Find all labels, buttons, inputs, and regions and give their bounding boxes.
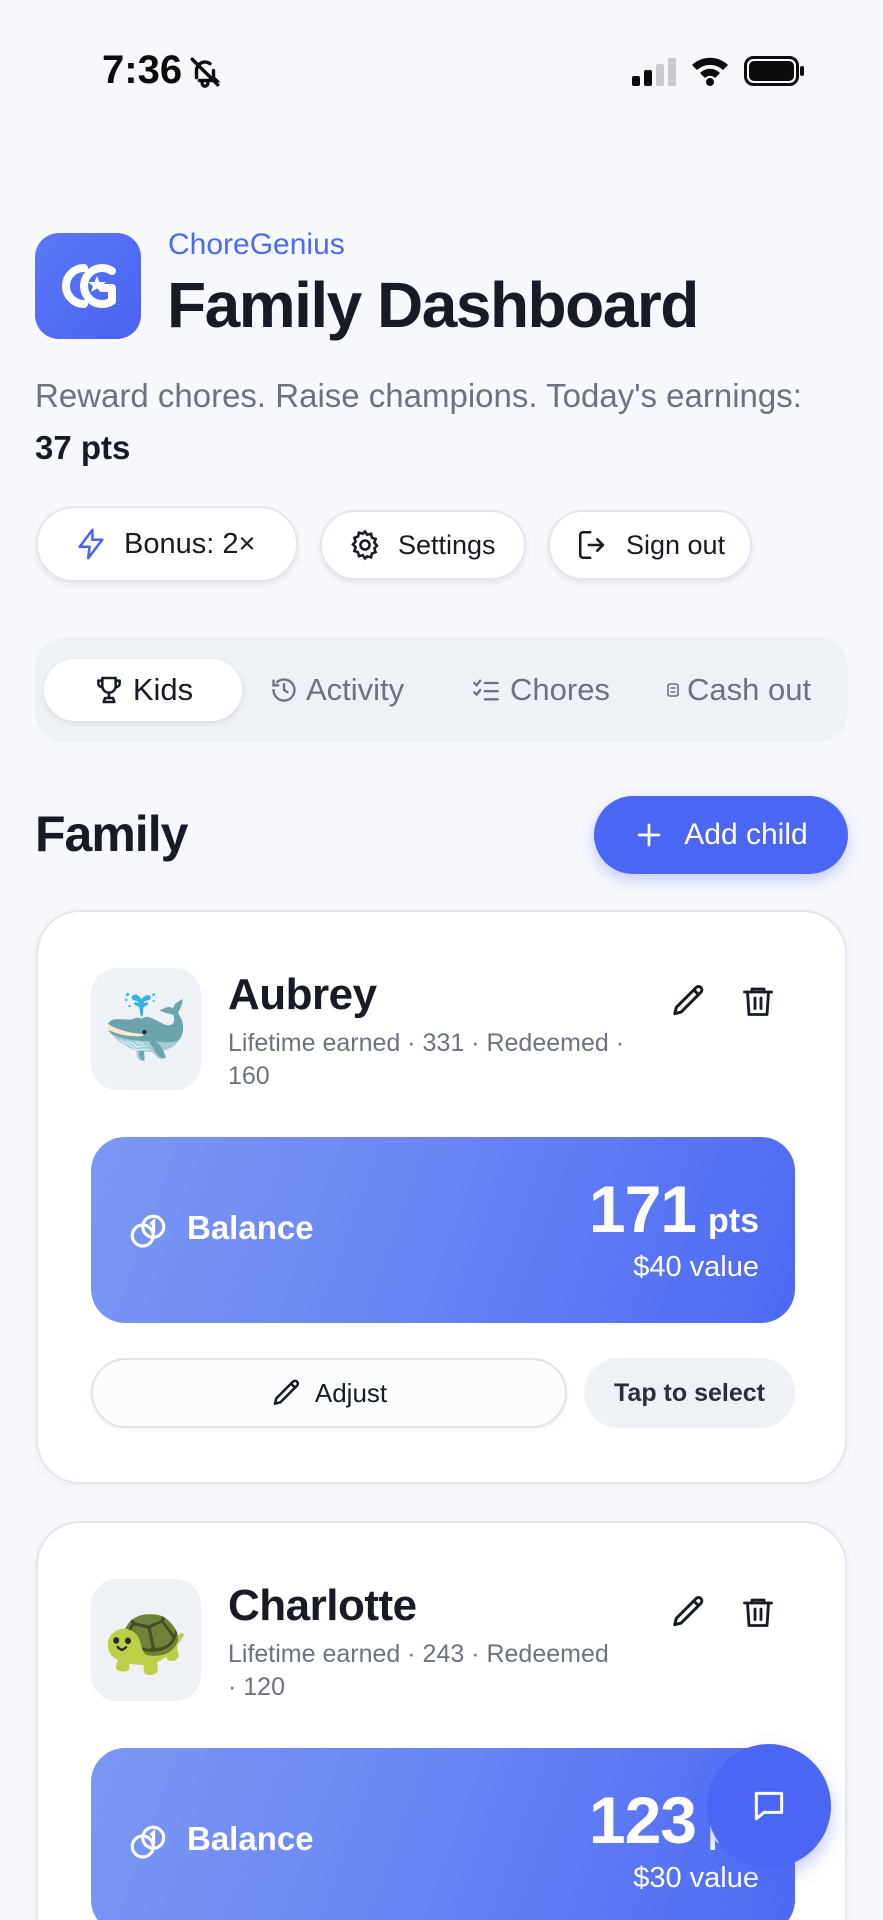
- child-stats: Lifetime earned · 331 · Redeemed · 160: [228, 1027, 648, 1093]
- tab-activity[interactable]: Activity: [270, 659, 404, 721]
- wifi-icon: [692, 57, 728, 86]
- sign-out-label: Sign out: [626, 529, 726, 560]
- cellular-signal-icon: [632, 58, 676, 86]
- app-logo: [35, 233, 141, 339]
- tab-kids[interactable]: Kids: [44, 659, 242, 721]
- lightning-icon: [78, 528, 104, 560]
- coins-icon: [130, 1214, 166, 1248]
- tap-to-select-button[interactable]: Tap to select: [584, 1358, 795, 1428]
- sign-out-button[interactable]: Sign out: [548, 510, 752, 580]
- adjust-button[interactable]: Adjust: [91, 1358, 567, 1428]
- child-stats: Lifetime earned · 243 · Redeemed · 120: [228, 1638, 648, 1704]
- balance-label: Balance: [187, 1209, 314, 1246]
- tab-bar: Kids Activity Chores Cash out: [35, 637, 848, 742]
- trophy-icon: [96, 676, 121, 704]
- logo-icon: [62, 264, 116, 308]
- family-section-title: Family: [35, 806, 188, 862]
- child-avatar: 🐢: [91, 1579, 201, 1701]
- add-child-button[interactable]: Add child: [594, 796, 848, 874]
- balance-points-value: 171: [588, 1172, 697, 1246]
- battery-icon: [744, 56, 804, 86]
- chat-fab-button[interactable]: [707, 1744, 831, 1868]
- bell-off-icon: [190, 57, 221, 88]
- bonus-label: Bonus: 2×: [124, 527, 256, 560]
- child-stats-line: 160: [228, 1062, 270, 1090]
- add-child-label: Add child: [684, 818, 808, 851]
- balance-points-value: 123: [588, 1783, 697, 1857]
- child-stats-line: · 120: [228, 1673, 285, 1701]
- trash-icon[interactable]: [740, 1593, 776, 1631]
- page-subtitle: Reward chores. Raise champions. Today's …: [35, 370, 855, 474]
- tab-chores-label: Chores: [510, 672, 610, 707]
- balance-cash-value: $30 value: [633, 1862, 759, 1894]
- status-time: 7:36: [102, 48, 183, 92]
- status-bar: 7:36: [0, 0, 883, 140]
- child-avatar: 🐳: [91, 968, 201, 1090]
- checklist-icon: [473, 679, 499, 701]
- tab-cash-out[interactable]: Cash out: [667, 659, 811, 721]
- edit-pencil-icon[interactable]: [670, 982, 708, 1020]
- tab-cash-out-label: Cash out: [687, 672, 812, 707]
- adjust-label: Adjust: [314, 1377, 388, 1408]
- sign-out-icon: [578, 530, 605, 560]
- edit-pencil-icon[interactable]: [670, 1593, 708, 1631]
- child-card: 🐳 Aubrey Lifetime earned · 331 · Redeeme…: [36, 910, 847, 1484]
- subtitle-text: Reward chores. Raise champions. Today's …: [35, 377, 802, 414]
- balance-label: Balance: [187, 1820, 314, 1857]
- balance-panel: Balance 171 pts $40 value: [91, 1137, 795, 1323]
- tab-chores[interactable]: Chores: [470, 659, 610, 721]
- coins-icon: [130, 1825, 166, 1859]
- balance-points-unit: pts: [708, 1202, 759, 1240]
- family-dashboard-screen: 7:36 ChoreGenius Family Dashboard Reward…: [0, 0, 883, 1920]
- tab-activity-label: Activity: [306, 672, 405, 707]
- balance-cash-value: $40 value: [633, 1251, 759, 1283]
- child-stats-line: Lifetime earned · 243 · Redeemed: [228, 1640, 609, 1668]
- settings-label: Settings: [398, 529, 496, 560]
- child-stats-line: Lifetime earned · 331 · Redeemed ·: [228, 1029, 625, 1057]
- gear-icon: [351, 529, 379, 561]
- plus-icon: [637, 823, 661, 847]
- balance-points: 171 pts: [589, 1171, 759, 1247]
- pencil-icon: [273, 1379, 299, 1405]
- page-title: Family Dashboard: [167, 269, 699, 341]
- history-icon: [272, 678, 296, 702]
- trash-icon[interactable]: [740, 982, 776, 1020]
- balance-panel: Balance 123 pts $30 value: [91, 1748, 795, 1920]
- child-name: Charlotte: [228, 1581, 417, 1630]
- app-name: ChoreGenius: [168, 228, 345, 261]
- chat-bubble-icon: [754, 1791, 784, 1821]
- child-name: Aubrey: [228, 970, 377, 1019]
- todays-earnings: 37 pts: [35, 429, 131, 466]
- child-card: 🐢 Charlotte Lifetime earned · 243 · Rede…: [36, 1521, 847, 1920]
- settings-button[interactable]: Settings: [320, 510, 526, 580]
- tab-kids-label: Kids: [132, 672, 194, 707]
- cash-icon: [667, 683, 679, 697]
- bonus-button[interactable]: Bonus: 2×: [36, 506, 298, 582]
